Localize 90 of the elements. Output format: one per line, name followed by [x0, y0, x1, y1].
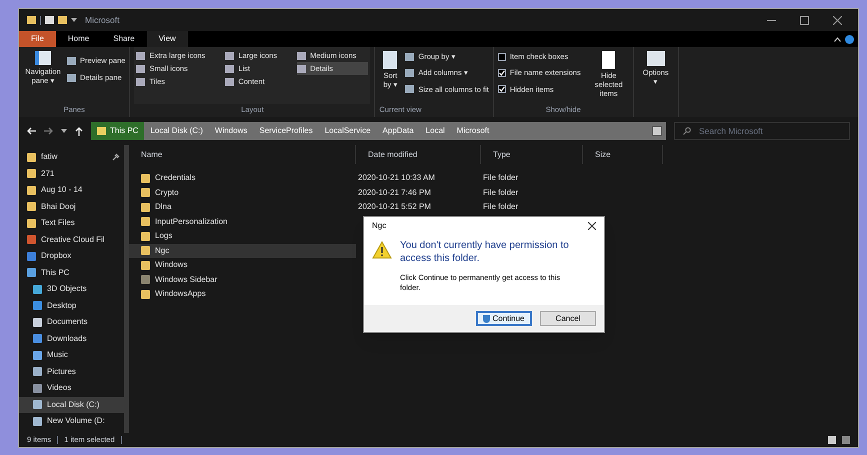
- dialog-heading: You don't currently have permission to access this folder.: [400, 239, 570, 265]
- sidebar-item[interactable]: Desktop: [19, 298, 124, 314]
- sidebar-item[interactable]: Pictures: [19, 364, 124, 380]
- document-icon: [45, 16, 54, 24]
- back-icon[interactable]: [27, 127, 36, 135]
- sidebar-item[interactable]: Music: [19, 347, 124, 364]
- checkbox[interactable]: [498, 85, 506, 94]
- breadcrumb-item[interactable]: AppData: [376, 122, 420, 140]
- checkbox[interactable]: [498, 68, 506, 77]
- address-bar[interactable]: This PC Local Disk (C:) Windows ServiceProfiles LocalService AppData Local Microsoft: [91, 122, 666, 140]
- breadcrumb-item[interactable]: ServiceProfiles: [253, 122, 319, 140]
- file-name: Windows Sidebar: [155, 274, 218, 286]
- sidebar-item[interactable]: New Volume (D:: [19, 413, 124, 430]
- sidebar-item[interactable]: 3D Objects: [19, 281, 124, 298]
- folder-icon: [97, 127, 106, 135]
- forward-icon[interactable]: [44, 127, 53, 135]
- ribbon-tab[interactable]: View: [146, 31, 188, 47]
- dialog-button[interactable]: Continue: [476, 311, 532, 326]
- file-name: Ngc: [155, 244, 170, 257]
- sidebar-item[interactable]: Documents: [19, 314, 124, 330]
- date-cell-text: 2020-10-21 10:33 AM: [357, 172, 436, 184]
- navigation-pane-icon: [35, 51, 51, 65]
- sidebar-item[interactable]: This PC: [19, 264, 124, 281]
- column-header[interactable]: Type: [481, 145, 583, 164]
- file-name: Dlna: [155, 201, 172, 214]
- maximize-button[interactable]: [800, 16, 809, 24]
- type-cell-text: File folder: [482, 172, 518, 184]
- file-name-cell[interactable]: InputPersonalization: [129, 214, 356, 229]
- file-name-cell[interactable]: Credentials: [129, 171, 356, 186]
- file-name-cell[interactable]: Ngc: [129, 244, 356, 258]
- refresh-icon[interactable]: [652, 126, 662, 136]
- ribbon-tab[interactable]: Share: [101, 31, 147, 47]
- search-field[interactable]: Search Microsoft: [674, 122, 850, 140]
- sidebar-item[interactable]: Bhai Dooj: [19, 198, 124, 215]
- sidebar-item[interactable]: Aug 10 - 14: [19, 182, 124, 198]
- ribbon-tab[interactable]: Home: [56, 31, 102, 47]
- date-cell-text: 2020-10-21 5:52 PM: [357, 201, 432, 214]
- file-name: Credentials: [155, 172, 196, 184]
- sidebar-item[interactable]: Downloads: [19, 330, 124, 347]
- breadcrumb-item[interactable]: Windows: [208, 122, 254, 140]
- file-name: Logs: [155, 230, 172, 242]
- file-name-cell[interactable]: Dlna: [129, 200, 356, 214]
- file-name-cell[interactable]: Windows Sidebar: [129, 272, 356, 287]
- shield-icon: [483, 314, 490, 322]
- dropdown-arrow-icon[interactable]: [71, 18, 77, 22]
- ribbon-tab[interactable]: File: [19, 31, 56, 47]
- file-name: Crypto: [155, 186, 179, 199]
- date-cell-text: 2020-10-21 7:46 PM: [357, 186, 432, 199]
- hide-icon: [602, 51, 616, 69]
- breadcrumb-item[interactable]: Microsoft: [450, 122, 496, 140]
- file-name-cell[interactable]: Crypto: [129, 186, 356, 200]
- help-icon[interactable]: [845, 34, 854, 44]
- breadcrumb-item[interactable]: Local: [420, 122, 451, 140]
- type-cell-text: File folder: [482, 201, 518, 214]
- file-name-cell[interactable]: Logs: [129, 229, 356, 244]
- sidebar-item[interactable]: Local Disk (C:): [19, 396, 124, 413]
- file-name: WindowsApps: [155, 288, 206, 300]
- window-title: Microsoft: [85, 14, 120, 26]
- folder-icon: [27, 16, 36, 24]
- options-icon: [646, 51, 665, 66]
- folder-icon: [58, 16, 67, 24]
- dialog-title: Ngc: [372, 220, 386, 232]
- sidebar-item[interactable]: 271: [19, 166, 124, 182]
- close-button[interactable]: [833, 16, 842, 24]
- tiles-view-icon[interactable]: [842, 436, 850, 444]
- column-header[interactable]: Date modified: [356, 145, 481, 164]
- sidebar-item[interactable]: fatiw: [19, 149, 124, 166]
- dialog-button[interactable]: Cancel: [540, 311, 596, 326]
- sort-icon: [383, 51, 398, 69]
- close-icon[interactable]: [588, 222, 596, 230]
- column-header[interactable]: Name: [129, 145, 356, 164]
- file-name: InputPersonalization: [155, 216, 228, 228]
- collapse-ribbon-icon[interactable]: [834, 36, 841, 42]
- column-header[interactable]: Size: [583, 145, 663, 164]
- sidebar-item[interactable]: Text Files: [19, 215, 124, 232]
- type-cell-text: File folder: [482, 186, 518, 199]
- file-name-cell[interactable]: Windows: [129, 258, 356, 272]
- up-icon[interactable]: [75, 126, 83, 136]
- file-name-cell[interactable]: WindowsApps: [129, 287, 356, 302]
- search-icon: [683, 127, 691, 135]
- breadcrumb-item[interactable]: LocalService: [318, 122, 377, 140]
- breadcrumb-item[interactable]: This PC: [91, 122, 144, 140]
- sidebar-item[interactable]: Dropbox: [19, 248, 124, 264]
- warning-icon: [372, 241, 392, 259]
- sidebar-item[interactable]: Videos: [19, 380, 124, 396]
- sidebar-item[interactable]: Creative Cloud Fil: [19, 232, 124, 248]
- dropdown-arrow-icon[interactable]: [61, 129, 67, 133]
- file-name: Windows: [155, 259, 188, 272]
- breadcrumb-item[interactable]: Local Disk (C:): [144, 122, 209, 140]
- checkbox[interactable]: [498, 52, 506, 61]
